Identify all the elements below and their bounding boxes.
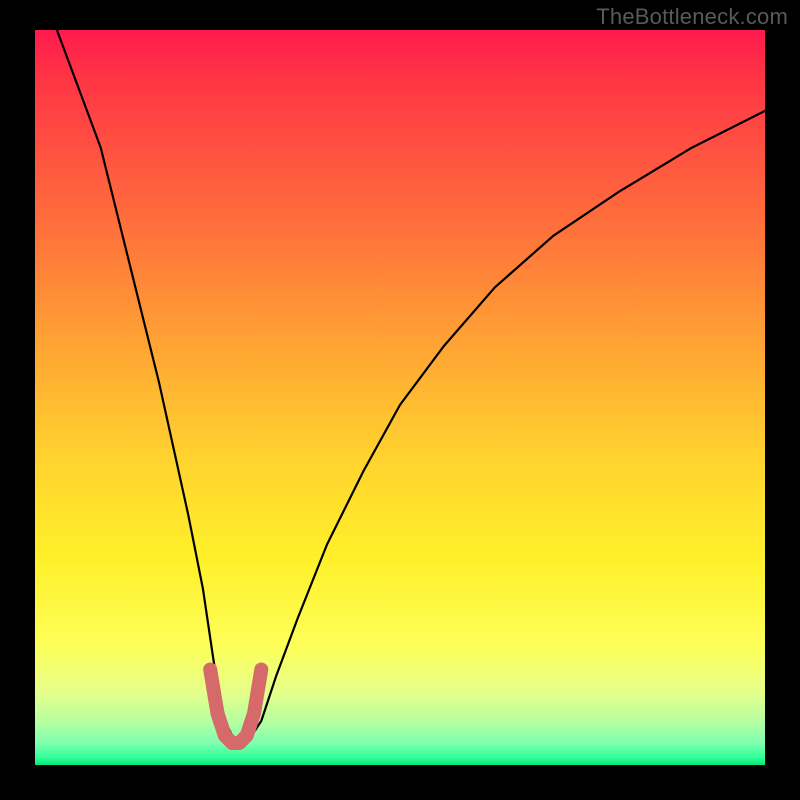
watermark-text: TheBottleneck.com xyxy=(596,4,788,30)
gradient-plot-area xyxy=(35,30,765,765)
outer-frame: TheBottleneck.com xyxy=(0,0,800,800)
bottleneck-curve xyxy=(35,30,765,743)
optimal-marker xyxy=(210,670,261,744)
curve-layer xyxy=(35,30,765,765)
